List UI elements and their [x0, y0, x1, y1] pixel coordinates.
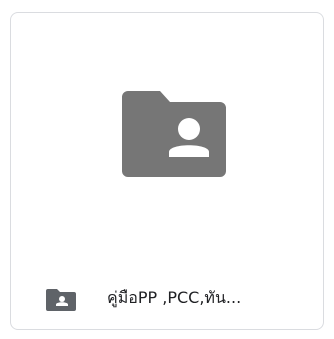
folder-thumbnail: [11, 13, 323, 263]
shared-folder-icon: [46, 289, 76, 311]
folder-card[interactable]: คู่มือPP ,PCC,ทัน...: [10, 12, 324, 330]
shared-folder-icon: [122, 91, 226, 177]
folder-footer: คู่มือPP ,PCC,ทัน...: [11, 278, 323, 318]
folder-name: คู่มือPP ,PCC,ทัน...: [107, 288, 242, 307]
